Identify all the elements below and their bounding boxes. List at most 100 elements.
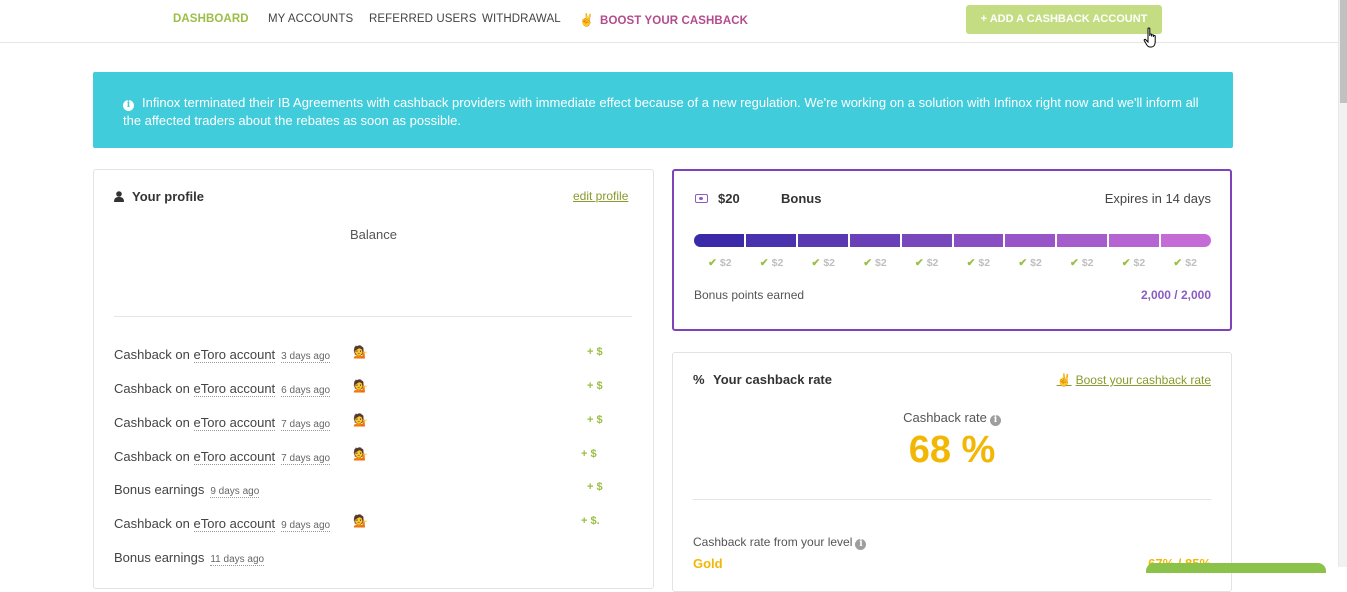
level-name: Gold: [693, 556, 723, 571]
check-icon: ✔: [966, 257, 976, 269]
cashback-rate-value: 68 %: [908, 429, 996, 471]
nav-my-accounts[interactable]: MY ACCOUNTS: [268, 13, 353, 25]
check-icon: ✔: [708, 257, 717, 269]
milestone-value: $2: [1081, 257, 1094, 269]
money-bill-icon: [695, 194, 708, 203]
transaction-type: Bonus earnings: [114, 482, 205, 497]
transaction-description: Cashback on eToro account 7 days ago: [114, 449, 331, 465]
transaction-amount: + $: [587, 481, 603, 493]
cashback-rate-title: Your cashback rate: [713, 372, 832, 387]
scrollbar-thumb[interactable]: [1340, 0, 1347, 103]
bonus-progress-segment: [694, 234, 744, 247]
transaction-description: Cashback on eToro account 6 days ago: [114, 381, 331, 397]
boost-cashback-rate-link[interactable]: ✌ Boost your cashback rate: [1057, 373, 1211, 387]
bonus-milestone: ✔ $2: [1159, 257, 1211, 269]
nav-withdrawal[interactable]: WITHDRAWAL: [482, 13, 561, 25]
transaction-account-link[interactable]: eToro account: [193, 516, 276, 532]
bonus-points-label: Bonus points earned: [694, 288, 805, 302]
transaction-description: Bonus earnings 11 days ago: [114, 550, 265, 566]
transaction-row: Cashback on eToro account 7 days ago 💁 + $: [114, 413, 634, 435]
bonus-progress-segment: [1005, 234, 1056, 247]
fingers-crossed-icon: ✌: [579, 13, 595, 27]
transaction-row: Cashback on eToro account 9 days ago 💁 + $.: [114, 514, 634, 536]
page-scrollbar[interactable]: [1338, 0, 1347, 567]
cashback-rate-card: % Your cashback rate ✌ Boost your cashbac…: [672, 352, 1232, 592]
transaction-type: Cashback on: [114, 381, 194, 396]
nav-boost-label: BOOST YOUR CASHBACK: [600, 15, 749, 27]
level-label-text: Cashback rate from your level: [693, 535, 853, 549]
bonus-progress-segment: [901, 234, 952, 247]
milestone-value: $2: [1185, 257, 1197, 269]
nav-dashboard[interactable]: DASHBOARD: [173, 13, 249, 25]
milestone-value: $2: [926, 257, 939, 269]
transaction-account-link[interactable]: eToro account: [193, 381, 276, 397]
boost-link-text: Boost your cashback rate: [1075, 373, 1211, 387]
alert-text: Infinox terminated their IB Agreements w…: [123, 95, 1199, 128]
transaction-amount: + $: [581, 448, 597, 460]
person-tipping-hand-icon: 💁: [353, 447, 368, 461]
transaction-type: Cashback on: [114, 449, 194, 464]
transaction-row: Cashback on eToro account 3 days ago 💁 + $: [114, 345, 634, 367]
infinox-alert: i Infinox terminated their IB Agreements …: [93, 72, 1233, 148]
info-help-icon[interactable]: i: [989, 415, 1001, 426]
bonus-amount: $20: [718, 191, 740, 206]
bonus-milestone: ✔ $2: [849, 257, 901, 269]
check-icon: ✔: [914, 257, 924, 269]
bonus-progress-segment: [849, 234, 900, 247]
transaction-type: Cashback on: [114, 516, 194, 531]
bonus-milestone: ✔ $2: [953, 257, 1005, 269]
transaction-time: 11 days ago: [210, 554, 265, 566]
transaction-description: Bonus earnings 9 days ago: [114, 482, 260, 498]
bonus-progress-segment: [1161, 234, 1211, 247]
transaction-type: Cashback on: [114, 347, 194, 362]
profile-title: Your profile: [114, 189, 204, 204]
transaction-description: Cashback on eToro account 7 days ago: [114, 415, 331, 431]
info-help-icon[interactable]: i: [855, 539, 867, 550]
milestone-value: $2: [719, 257, 732, 269]
nav-referred-users[interactable]: REFERRED USERS: [369, 13, 476, 25]
transaction-amount: + $: [587, 346, 603, 358]
check-icon: ✔: [811, 257, 821, 269]
bonus-progress-segment: [1057, 234, 1108, 247]
transaction-account-link[interactable]: eToro account: [193, 347, 276, 363]
bonus-points-value: 2,000 / 2,000: [1140, 288, 1211, 302]
chat-widget-tab[interactable]: [1146, 563, 1326, 573]
check-icon: ✔: [1121, 257, 1131, 269]
person-tipping-hand-icon: 💁: [353, 345, 368, 359]
transaction-time: 3 days ago: [281, 351, 331, 363]
bonus-expires: Expires in 14 days: [1104, 191, 1211, 206]
cashback-rate-label: Cashback rate i: [673, 410, 1231, 426]
add-cashback-account-button[interactable]: + ADD A CASHBACK ACCOUNT: [966, 5, 1162, 34]
check-icon: ✔: [1070, 257, 1079, 269]
transaction-account-link[interactable]: eToro account: [193, 449, 276, 465]
bonus-milestone: ✔ $2: [1056, 257, 1108, 269]
transaction-row: Bonus earnings 9 days ago + $: [114, 481, 634, 502]
edit-profile-link[interactable]: edit profile: [573, 189, 628, 203]
bonus-progress-bar: [694, 234, 1211, 247]
balance-label: Balance: [350, 227, 397, 242]
transaction-row: Cashback on eToro account 7 days ago 💁 + $: [114, 447, 634, 469]
check-icon: ✔: [759, 257, 769, 269]
transaction-type: Cashback on: [114, 415, 194, 430]
bonus-milestone: ✔ $2: [746, 257, 798, 269]
profile-title-text: Your profile: [132, 189, 204, 204]
bonus-milestones: ✔ $2 ✔ $2 ✔ $2 ✔ $2 ✔ $2 ✔ $2 ✔ $2 ✔ $2 ✔ $2 ✔ $2: [694, 257, 1211, 269]
rate-label-text: Cashback rate: [903, 410, 987, 425]
transaction-amount: + $: [587, 414, 603, 426]
bonus-progress-segment: [797, 234, 848, 247]
transaction-time: 9 days ago: [210, 486, 260, 498]
transaction-account-link[interactable]: eToro account: [193, 415, 276, 431]
transaction-row: Bonus earnings 11 days ago: [114, 550, 634, 570]
bonus-milestone: ✔ $2: [1004, 257, 1056, 269]
level-rate-label: Cashback rate from your level i: [693, 535, 867, 550]
transaction-description: Cashback on eToro account 3 days ago: [114, 347, 331, 363]
bonus-progress-segment: [953, 234, 1004, 247]
transaction-amount: + $.: [581, 515, 600, 527]
check-icon: ✔: [863, 257, 873, 269]
check-icon: ✔: [1173, 257, 1183, 269]
transaction-type: Bonus earnings: [114, 550, 205, 565]
nav-boost-cashback[interactable]: ✌ BOOST YOUR CASHBACK: [579, 13, 748, 27]
milestone-value: $2: [875, 257, 887, 269]
fingers-crossed-icon: ✌: [1056, 373, 1072, 387]
check-icon: ✔: [1018, 257, 1028, 269]
